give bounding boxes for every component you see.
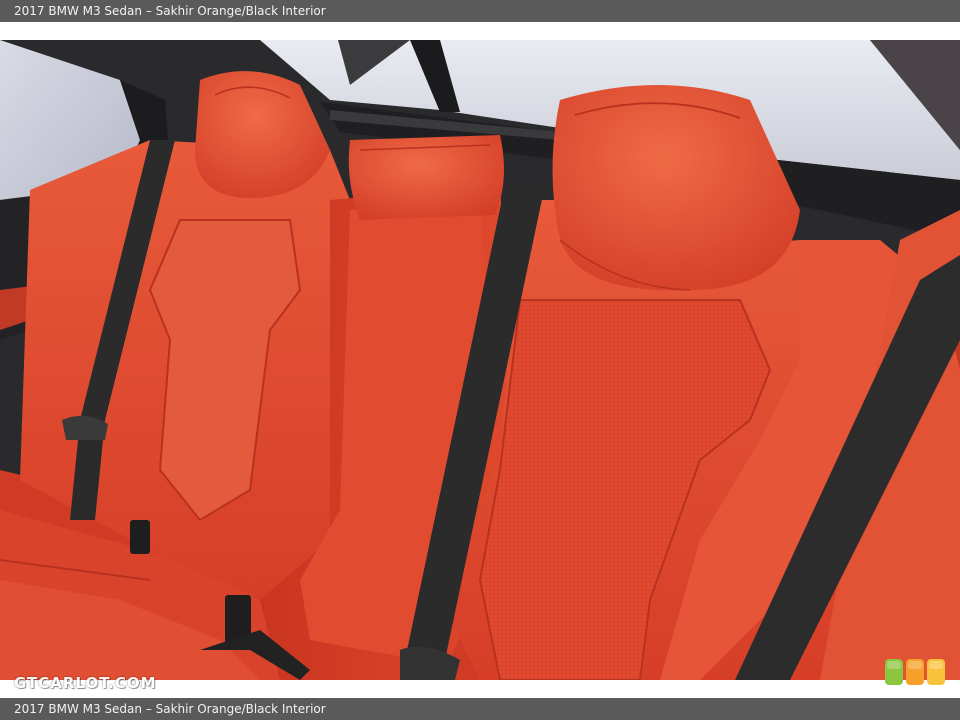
caption-top: 2017 BMW M3 Sedan – Sakhir Orange/Black …: [0, 0, 960, 22]
badge-logo: [884, 658, 946, 686]
caption-title: 2017 BMW M3 Sedan – Sakhir Orange/Black …: [14, 4, 326, 18]
caption-title-bottom: 2017 BMW M3 Sedan – Sakhir Orange/Black …: [14, 702, 326, 716]
car-interior-photo: [0, 40, 960, 680]
caption-bottom: 2017 BMW M3 Sedan – Sakhir Orange/Black …: [0, 698, 960, 720]
gtcarlot-watermark: GTCARLOT.COM: [14, 674, 157, 692]
